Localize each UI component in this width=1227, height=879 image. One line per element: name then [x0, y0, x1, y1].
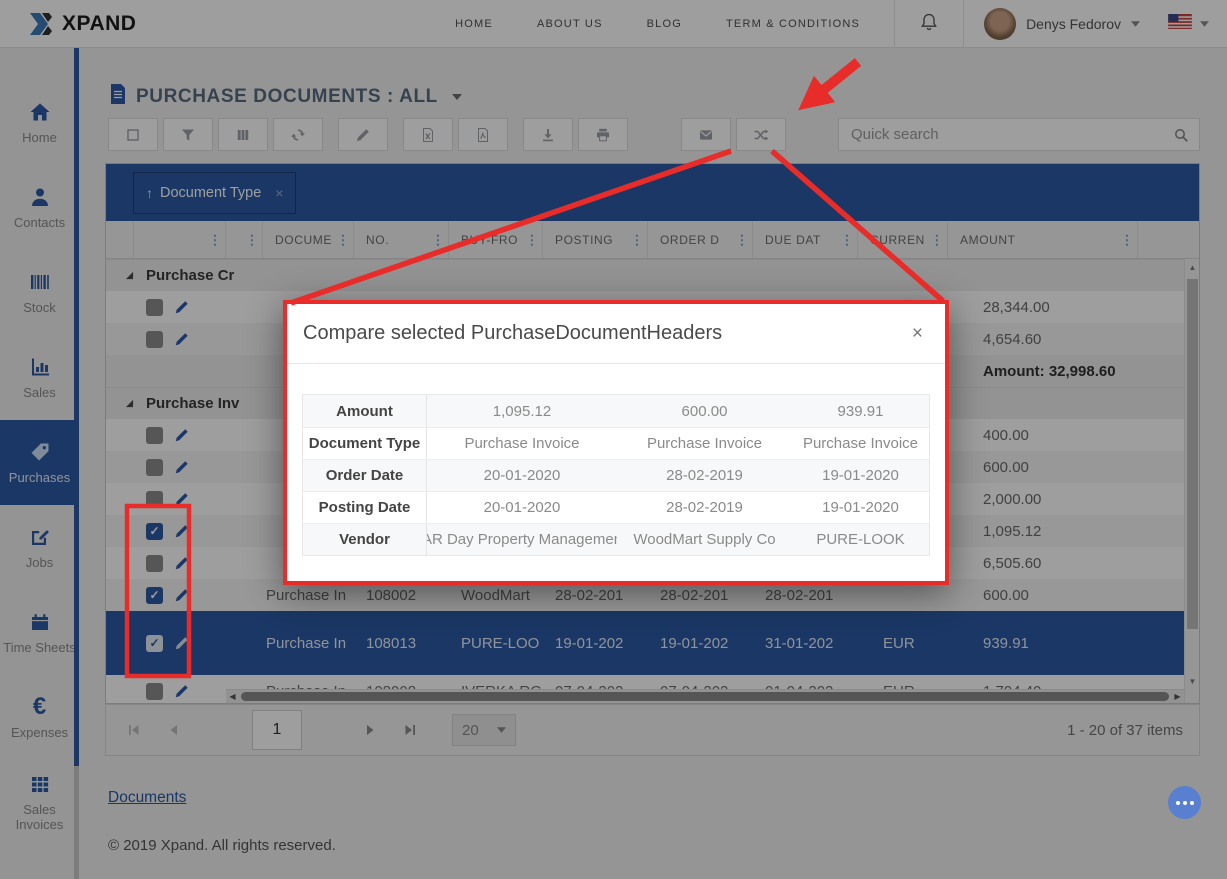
compare-row-vendor: VendorAR Day Property ManagemenWoodMart … — [303, 523, 929, 555]
compare-dialog-title: Compare selected PurchaseDocumentHeaders — [303, 322, 722, 345]
compare-value: 1,095.12 — [427, 395, 617, 427]
compare-row-document-type: Document TypePurchase InvoicePurchase In… — [303, 427, 929, 459]
close-icon[interactable]: × — [912, 323, 923, 345]
compare-value: PURE-LOOK — [792, 524, 929, 555]
compare-row-label: Order Date — [303, 460, 427, 491]
compare-row-amount: Amount1,095.12600.00939.91 — [303, 395, 929, 427]
compare-row-label: Posting Date — [303, 492, 427, 523]
compare-value: Purchase Invoice — [617, 428, 792, 459]
compare-row-label: Amount — [303, 395, 427, 427]
compare-value: 20-01-2020 — [427, 460, 617, 491]
more-actions-fab[interactable] — [1168, 786, 1201, 819]
compare-value: 28-02-2019 — [617, 492, 792, 523]
compare-value: 20-01-2020 — [427, 492, 617, 523]
compare-value: 19-01-2020 — [792, 460, 929, 491]
compare-row-label: Document Type — [303, 428, 427, 459]
compare-value: 19-01-2020 — [792, 492, 929, 523]
compare-row-label: Vendor — [303, 524, 427, 555]
compare-value: AR Day Property Managemen — [427, 524, 617, 555]
compare-table: Amount1,095.12600.00939.91Document TypeP… — [302, 394, 930, 556]
compare-value: Purchase Invoice — [427, 428, 617, 459]
compare-value: 939.91 — [792, 395, 929, 427]
compare-value: 28-02-2019 — [617, 460, 792, 491]
compare-value: WoodMart Supply Co — [617, 524, 792, 555]
compare-row-posting-date: Posting Date20-01-202028-02-201919-01-20… — [303, 491, 929, 523]
compare-dialog-header: Compare selected PurchaseDocumentHeaders… — [287, 304, 945, 364]
compare-dialog: Compare selected PurchaseDocumentHeaders… — [283, 300, 949, 585]
compare-value: 600.00 — [617, 395, 792, 427]
compare-row-order-date: Order Date20-01-202028-02-201919-01-2020 — [303, 459, 929, 491]
compare-value: Purchase Invoice — [792, 428, 929, 459]
